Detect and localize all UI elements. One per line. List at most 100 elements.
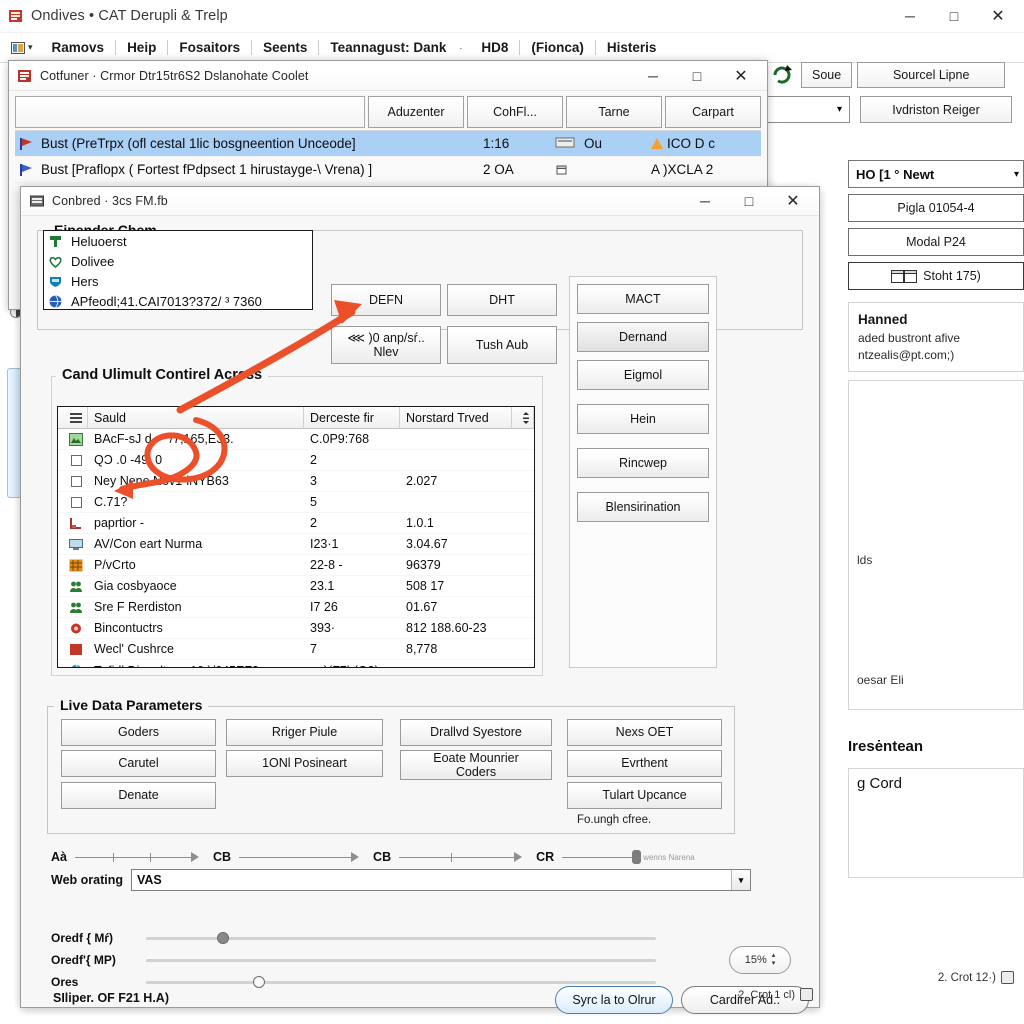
table-row[interactable]: Bincontuctrs 393· 812 188.60-23 — [58, 618, 534, 639]
row-checkbox[interactable] — [70, 475, 82, 487]
table-row[interactable]: Tufidl Dingaltony 10 )/645EF3 m )(F7b(Q3… — [58, 660, 534, 667]
list-tab-2[interactable]: Tarne — [566, 96, 662, 128]
table-row[interactable]: Bust (PreTrpx (ofl cestal 1lic bosgneent… — [15, 131, 761, 157]
minimize-button[interactable]: ─ — [888, 2, 932, 31]
close-button[interactable]: ✕ — [719, 61, 763, 90]
dht-button[interactable]: DHT — [447, 284, 557, 316]
access-col-3[interactable]: Norstard Trved — [400, 407, 512, 428]
menu-item-5[interactable]: HD8 — [470, 40, 519, 55]
nexs-oet-button[interactable]: Nexs OET — [567, 719, 722, 746]
table-row[interactable]: Wecl' Cushrce 7 8,778 — [58, 639, 534, 660]
spinner-arrows[interactable]: ▴ ▾ — [772, 952, 776, 967]
table-row[interactable]: Bust [Praflopx ( Fortest fPdpsect 1 hiru… — [15, 157, 761, 183]
list-item[interactable]: Heluoerst — [44, 231, 312, 251]
menu-item-7[interactable]: Histeris — [596, 40, 668, 55]
grid-scroll-down-icon[interactable]: ▾ — [512, 665, 534, 667]
rriger-piule-button[interactable]: Rriger Piule — [226, 719, 383, 746]
table-row[interactable]: QƆ .0 -49. 0 2 — [58, 450, 534, 471]
carutel-button[interactable]: Carutel — [61, 750, 216, 777]
minimize-button[interactable]: ─ — [683, 187, 727, 216]
table-row[interactable]: P/vCrto 22-8 - 96379 — [58, 555, 534, 576]
source-line-button[interactable]: Sourcel Lipne — [857, 62, 1006, 88]
table-row[interactable]: Gia cosbyaoce 23.1 508 17 — [58, 576, 534, 597]
spinner-down-icon[interactable]: ▾ — [772, 960, 776, 967]
denate-button[interactable]: Denate — [61, 782, 216, 809]
refresh-icon[interactable] — [770, 63, 796, 87]
mact-button[interactable]: MACT — [577, 284, 709, 314]
save-button[interactable]: Soue — [801, 62, 853, 88]
table-row[interactable]: Sre F Rerdiston I7 26 01.67 — [58, 597, 534, 618]
slider-0-thumb[interactable] — [217, 931, 230, 944]
menu-item-4[interactable]: Teannagust: Dank — [319, 40, 457, 55]
minimize-button[interactable]: ─ — [631, 61, 675, 90]
sync-button[interactable]: Syrc la to Olrur — [555, 986, 673, 1014]
close-button[interactable]: ✕ — [976, 2, 1020, 31]
hein-button[interactable]: Hein — [577, 404, 709, 434]
chevron-down-icon[interactable]: ▾ — [837, 104, 849, 115]
amp-nlev-button[interactable]: ⋘ )0 anp/sŕ.. Nlev — [331, 326, 441, 364]
list-tab-1[interactable]: CohFl... — [467, 96, 563, 128]
register-button[interactable]: Ivdriston Reiger — [860, 96, 1012, 123]
access-col-2[interactable]: Derceste fir — [304, 407, 400, 428]
save-icon[interactable] — [800, 988, 813, 1001]
blensirination-button[interactable]: Blensirination — [577, 492, 709, 522]
eoate-mounrier-coders-button[interactable]: Eoate Mounrier Coders — [400, 750, 552, 780]
spinner-up-icon[interactable]: ▴ — [772, 952, 776, 959]
sort-icon[interactable] — [58, 407, 88, 428]
slider-1-track[interactable] — [146, 958, 656, 962]
list-item[interactable]: Hers — [44, 271, 312, 291]
close-button[interactable]: ✕ — [771, 187, 815, 216]
menubar-icon[interactable] — [10, 40, 26, 56]
menubar-chevron-icon[interactable]: ▾ — [26, 42, 41, 53]
list-item[interactable]: Dolivee — [44, 251, 312, 271]
maximize-button[interactable]: □ — [932, 2, 976, 31]
menu-item-6[interactable]: (Fionca) — [520, 40, 595, 55]
right-panel-large-field[interactable]: lds oesar Eli — [848, 380, 1024, 711]
menu-item-1[interactable]: Heip — [116, 40, 167, 55]
access-col-name[interactable]: Sauld — [88, 407, 304, 428]
menu-item-2[interactable]: Fosaitors — [168, 40, 251, 55]
tush-aub-button[interactable]: Tush Aub — [447, 326, 557, 364]
save-icon[interactable] — [1001, 971, 1014, 984]
maximize-button[interactable]: □ — [675, 61, 719, 90]
tulart-upcance-button[interactable]: Tulart Upcance — [567, 782, 722, 809]
table-row[interactable]: C.71? 5 — [58, 492, 534, 513]
percent-spinner[interactable]: 15% ▴ ▾ — [729, 946, 791, 974]
rincwep-button[interactable]: Rincwep — [577, 448, 709, 478]
dernand-button[interactable]: Dernand — [577, 322, 709, 352]
menu-item-0[interactable]: Ramovs — [41, 40, 116, 55]
table-row[interactable]: Ney Nene Nov1-iNYB63 3 2.027 — [58, 471, 534, 492]
menu-item-3[interactable]: Seents — [252, 40, 318, 55]
table-row[interactable]: BAcF-sJ d/7,165,E33. C.0P9:768 — [58, 429, 534, 450]
table-row[interactable]: paprtior - 2 1.0.1 — [58, 513, 534, 534]
chevron-down-icon[interactable]: ▾ — [1014, 169, 1019, 180]
expander-listbox[interactable]: Heluoerst Dolivee Hers APfeodl;41.CAI701… — [43, 230, 313, 310]
web-orating-input[interactable]: VAS ▾ — [131, 869, 751, 891]
right-panel-button-0[interactable]: Pigla 01054-4 — [848, 194, 1024, 222]
right-panel-button-2[interactable]: Stoht 175) — [848, 262, 1024, 290]
grid-scroll-up-icon[interactable] — [512, 407, 534, 428]
slider-0-track[interactable] — [146, 931, 656, 944]
posineart-button[interactable]: 1ONl Posineart — [226, 750, 383, 777]
right-panel-select[interactable]: HO [1 ° Newt ▾ — [848, 160, 1024, 188]
menu-item-4-chevron-icon[interactable]: · — [457, 43, 470, 53]
defn-button[interactable]: DEFN — [331, 284, 441, 316]
slider-2-thumb[interactable] — [253, 975, 266, 988]
row-checkbox[interactable] — [70, 496, 82, 508]
list-tab-3[interactable]: Carpart — [665, 96, 761, 128]
access-grid[interactable]: Sauld Derceste fir Norstard Trved BAcF-s… — [57, 406, 535, 668]
chevron-down-icon[interactable]: ▾ — [731, 870, 750, 890]
slider-2-track[interactable] — [146, 975, 656, 988]
evrthent-button[interactable]: Evrthent — [567, 750, 722, 777]
flow-knob[interactable] — [632, 850, 642, 864]
row-checkbox[interactable] — [70, 454, 82, 466]
list-item[interactable]: APfeodl;41.CAI7013?372/ ³ 7360 — [44, 291, 312, 309]
list-search-field[interactable] — [15, 96, 365, 128]
table-row[interactable]: AV/Con eart Nurma I23·1 3.04.67 — [58, 534, 534, 555]
eigmol-button[interactable]: Eigmol — [577, 360, 709, 390]
right-panel-button-1[interactable]: Modal P24 — [848, 228, 1024, 256]
maximize-button[interactable]: □ — [727, 187, 771, 216]
drallvd-syestore-button[interactable]: Drallvd Syestore — [400, 719, 552, 746]
list-tab-0[interactable]: Aduzenter — [368, 96, 464, 128]
right-panel-tab[interactable]: Iresėntean — [848, 738, 1024, 755]
